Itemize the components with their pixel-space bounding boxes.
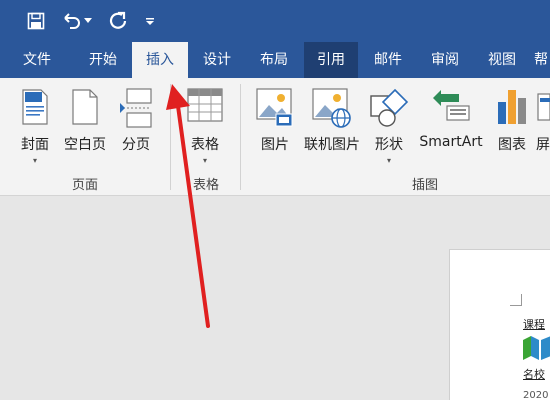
chevron-down-icon: ▾ xyxy=(202,156,208,165)
cover-page-button[interactable]: 封面 ▾ xyxy=(12,84,58,168)
group-separator xyxy=(170,84,171,190)
undo-icon[interactable] xyxy=(60,9,84,33)
group-separator xyxy=(240,84,241,190)
table-icon xyxy=(187,88,223,126)
redo-icon[interactable] xyxy=(106,9,130,33)
chart-icon xyxy=(495,88,529,130)
shapes-label: 形状 xyxy=(375,137,403,153)
tab-references[interactable]: 引用 xyxy=(304,42,358,78)
pages-group-label: 页面 xyxy=(71,178,98,193)
customize-qat-icon[interactable] xyxy=(143,9,157,33)
chart-label: 图表 xyxy=(498,137,526,153)
online-picture-label: 联机图片 xyxy=(304,137,360,153)
save-icon[interactable] xyxy=(24,9,48,33)
document-image xyxy=(523,336,550,364)
document-page[interactable]: 课程 名校 2020 xyxy=(449,249,550,400)
tables-group-label: 表格 xyxy=(192,178,219,193)
tab-help[interactable]: 帮 xyxy=(530,42,550,78)
picture-button[interactable]: 图片 xyxy=(254,84,296,168)
ribbon-insert: 封面 ▾ 空白页 分页 页面 表格 ▾ 表格 图片 联机图片 形状 ▾ Smar… xyxy=(0,78,550,196)
illustrations-group-label: 插图 xyxy=(411,178,438,193)
page-break-icon xyxy=(119,88,153,132)
tab-layout[interactable]: 布局 xyxy=(246,42,302,78)
screenshot-icon xyxy=(536,88,550,128)
picture-icon xyxy=(256,88,294,132)
tab-view[interactable]: 视图 xyxy=(474,42,530,78)
picture-label: 图片 xyxy=(261,137,289,153)
table-button[interactable]: 表格 ▾ xyxy=(182,84,228,168)
shapes-button[interactable]: 形状 ▾ xyxy=(366,84,412,168)
tab-file[interactable]: 文件 xyxy=(6,42,68,78)
smartart-button[interactable]: SmartArt xyxy=(414,84,488,168)
chevron-down-icon: ▾ xyxy=(32,156,38,165)
cover-page-icon xyxy=(21,88,49,130)
blank-page-button[interactable]: 空白页 xyxy=(60,84,110,168)
quick-access-toolbar xyxy=(0,0,550,42)
tab-mailings[interactable]: 邮件 xyxy=(360,42,416,78)
document-area[interactable]: 课程 名校 2020 xyxy=(0,196,550,400)
screenshot-button[interactable]: 屏 xyxy=(534,84,550,168)
chevron-down-icon[interactable] xyxy=(82,9,94,33)
document-text-line: 课程 xyxy=(523,318,545,331)
ribbon-tabs: 文件 开始 插入 设计 布局 引用 邮件 审阅 视图 帮 xyxy=(0,42,550,78)
blank-page-label: 空白页 xyxy=(64,137,106,153)
tab-review[interactable]: 审阅 xyxy=(417,42,473,78)
screenshot-label: 屏 xyxy=(536,137,550,153)
page-break-label: 分页 xyxy=(122,137,150,153)
online-picture-icon xyxy=(312,88,352,132)
smartart-icon xyxy=(431,88,471,128)
document-text-line: 2020 xyxy=(523,390,549,400)
chevron-down-icon: ▾ xyxy=(386,156,392,165)
page-break-button[interactable]: 分页 xyxy=(114,84,158,168)
shapes-icon xyxy=(369,88,409,132)
document-text-line: 名校 xyxy=(523,368,545,381)
margin-corner-mark xyxy=(510,294,522,306)
tab-design[interactable]: 设计 xyxy=(189,42,245,78)
cover-page-label: 封面 xyxy=(21,137,49,153)
smartart-label: SmartArt xyxy=(419,134,483,150)
blank-page-icon xyxy=(71,88,99,130)
tab-insert[interactable]: 插入 xyxy=(132,42,188,78)
table-label: 表格 xyxy=(191,137,219,153)
chart-button[interactable]: 图表 xyxy=(492,84,532,168)
tab-home[interactable]: 开始 xyxy=(74,42,132,78)
online-picture-button[interactable]: 联机图片 xyxy=(300,84,364,168)
